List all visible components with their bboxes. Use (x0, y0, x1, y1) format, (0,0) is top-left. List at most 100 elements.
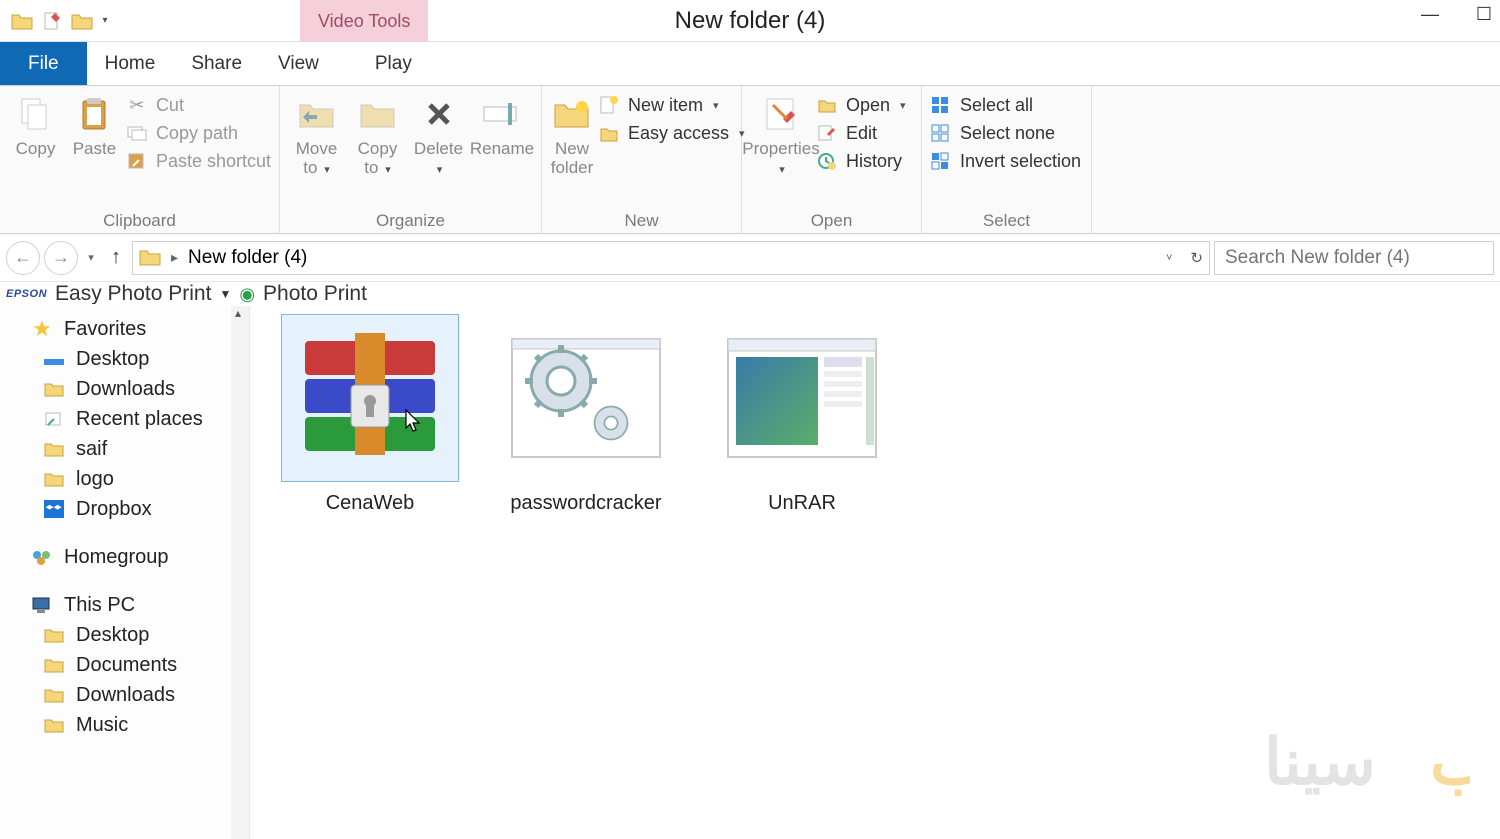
group-select: Select all Select none Invert selection … (922, 86, 1092, 233)
edit-button[interactable]: Edit (816, 122, 906, 144)
chevron-right-icon[interactable]: ▸ (171, 249, 178, 266)
folder-icon (139, 247, 161, 269)
refresh-button[interactable]: ↻ (1190, 249, 1203, 267)
breadcrumb-dropdown[interactable]: ˅ (1166, 252, 1172, 264)
select-all-button[interactable]: Select all (930, 94, 1081, 116)
chevron-down-icon[interactable]: ▼ (219, 287, 231, 301)
scroll-up-button[interactable]: ▴ (229, 306, 247, 324)
paste-shortcut-icon (126, 150, 148, 172)
app-window-icon (713, 314, 891, 482)
minimize-button[interactable]: — (1418, 2, 1442, 26)
breadcrumb-current[interactable]: New folder (4) (188, 247, 307, 269)
this-pc-header[interactable]: This PC (30, 590, 245, 620)
homegroup-header[interactable]: Homegroup (30, 542, 245, 572)
sidebar-item-pc-documents[interactable]: Documents (42, 650, 245, 680)
cut-button[interactable]: ✂Cut (126, 94, 271, 116)
delete-icon (417, 92, 461, 136)
copy-path-button[interactable]: Copy path (126, 122, 271, 144)
sidebar-item-desktop[interactable]: ▬Desktop (42, 344, 245, 374)
group-open: Properties▾ Open▾ Edit History Open (742, 86, 922, 233)
folder-icon (42, 623, 66, 647)
tab-share[interactable]: Share (173, 42, 260, 85)
new-folder-button[interactable]: New folder (550, 90, 594, 177)
paste-shortcut-button[interactable]: Paste shortcut (126, 150, 271, 172)
search-input[interactable] (1214, 241, 1494, 275)
properties-icon (759, 92, 803, 136)
rename-button[interactable]: Rename (471, 90, 533, 159)
folder-icon (42, 713, 66, 737)
qat-dropdown[interactable]: ▾ (98, 7, 112, 35)
sidebar-item-logo[interactable]: logo (42, 464, 245, 494)
file-label: UnRAR (768, 492, 836, 515)
new-folder-icon (550, 92, 594, 136)
move-to-icon (295, 92, 339, 136)
delete-button[interactable]: Delete▾ (410, 90, 467, 177)
epson-logo: EPSON (6, 288, 47, 300)
back-button[interactable]: ← (6, 241, 40, 275)
sidebar-item-dropbox[interactable]: Dropbox (42, 494, 245, 524)
invert-selection-button[interactable]: Invert selection (930, 150, 1081, 172)
sidebar-item-saif[interactable]: saif (42, 434, 245, 464)
history-button[interactable]: History (816, 150, 906, 172)
main-area: ▴ ★ Favorites ▬Desktop Downloads Recent … (0, 306, 1500, 839)
properties-button[interactable]: Properties▾ (750, 90, 812, 177)
open-icon (816, 94, 838, 116)
pc-icon (30, 593, 54, 617)
breadcrumb[interactable]: ▸ New folder (4) ˅ ↻ (132, 241, 1210, 275)
sidebar-scrollbar[interactable] (231, 306, 249, 839)
recent-locations-dropdown[interactable]: ▾ (82, 251, 100, 264)
copy-to-button[interactable]: Copy to ▾ (349, 90, 406, 177)
properties-icon[interactable] (38, 7, 66, 35)
file-item-cenaweb[interactable]: CenaWeb (280, 314, 460, 515)
contextual-tab-videotools: Video Tools (300, 0, 428, 42)
title-bar: ▾ Video Tools New folder (4) — ☐ (0, 0, 1500, 42)
maximize-button[interactable]: ☐ (1472, 2, 1496, 26)
tab-home[interactable]: Home (87, 42, 174, 85)
new-folder-qat-icon[interactable] (68, 7, 96, 35)
tab-play[interactable]: Play (357, 42, 430, 85)
favorites-header[interactable]: ★ Favorites (30, 314, 245, 344)
epson-photo-print[interactable]: Photo Print (263, 282, 367, 306)
scissors-icon: ✂ (126, 94, 148, 116)
file-list[interactable]: CenaWeb passwor (250, 306, 1500, 839)
up-button[interactable]: ↑ (104, 246, 128, 269)
sidebar-item-pc-desktop[interactable]: Desktop (42, 620, 245, 650)
sidebar-item-pc-music[interactable]: Music (42, 710, 245, 740)
new-item-button[interactable]: New item▾ (598, 94, 745, 116)
sidebar-item-downloads[interactable]: Downloads (42, 374, 245, 404)
nav-row: ← → ▾ ↑ ▸ New folder (4) ˅ ↻ (0, 234, 1500, 282)
copy-button[interactable]: Copy (8, 90, 63, 159)
easy-access-button[interactable]: Easy access▾ (598, 122, 745, 144)
history-icon (816, 150, 838, 172)
tab-view[interactable]: View (260, 42, 337, 85)
sidebar-item-recent-places[interactable]: Recent places (42, 404, 245, 434)
folder-icon (8, 7, 36, 35)
file-item-passwordcracker[interactable]: passwordcracker (496, 314, 676, 515)
window-title: New folder (4) (675, 7, 826, 35)
sidebar-item-pc-downloads[interactable]: Downloads (42, 680, 245, 710)
paste-icon (72, 92, 116, 136)
folder-icon (42, 653, 66, 677)
group-clipboard: Copy Paste ✂Cut Copy path Paste shortcut… (0, 86, 280, 233)
tab-file[interactable]: File (0, 42, 87, 85)
photo-print-icon: ◉ (239, 284, 255, 305)
forward-button[interactable]: → (44, 241, 78, 275)
rar-archive-icon (281, 314, 459, 482)
epson-app-name: Easy Photo Print (55, 282, 211, 306)
paste-button[interactable]: Paste (67, 90, 122, 159)
new-item-icon (598, 94, 620, 116)
gear-exe-icon (497, 314, 675, 482)
file-item-unrar[interactable]: UnRAR (712, 314, 892, 515)
select-none-button[interactable]: Select none (930, 122, 1081, 144)
group-organize: Move to ▾ Copy to ▾ Delete▾ Rename Organ… (280, 86, 542, 233)
folder-icon (42, 437, 66, 461)
ribbon: Copy Paste ✂Cut Copy path Paste shortcut… (0, 86, 1500, 234)
rename-icon (480, 92, 524, 136)
dropbox-icon (42, 497, 66, 521)
edit-icon (816, 122, 838, 144)
move-to-button[interactable]: Move to ▾ (288, 90, 345, 177)
window-controls: — ☐ (1418, 2, 1496, 26)
file-label: passwordcracker (510, 492, 661, 515)
svg-text:سينا: سينا (1264, 726, 1376, 798)
open-button[interactable]: Open▾ (816, 94, 906, 116)
